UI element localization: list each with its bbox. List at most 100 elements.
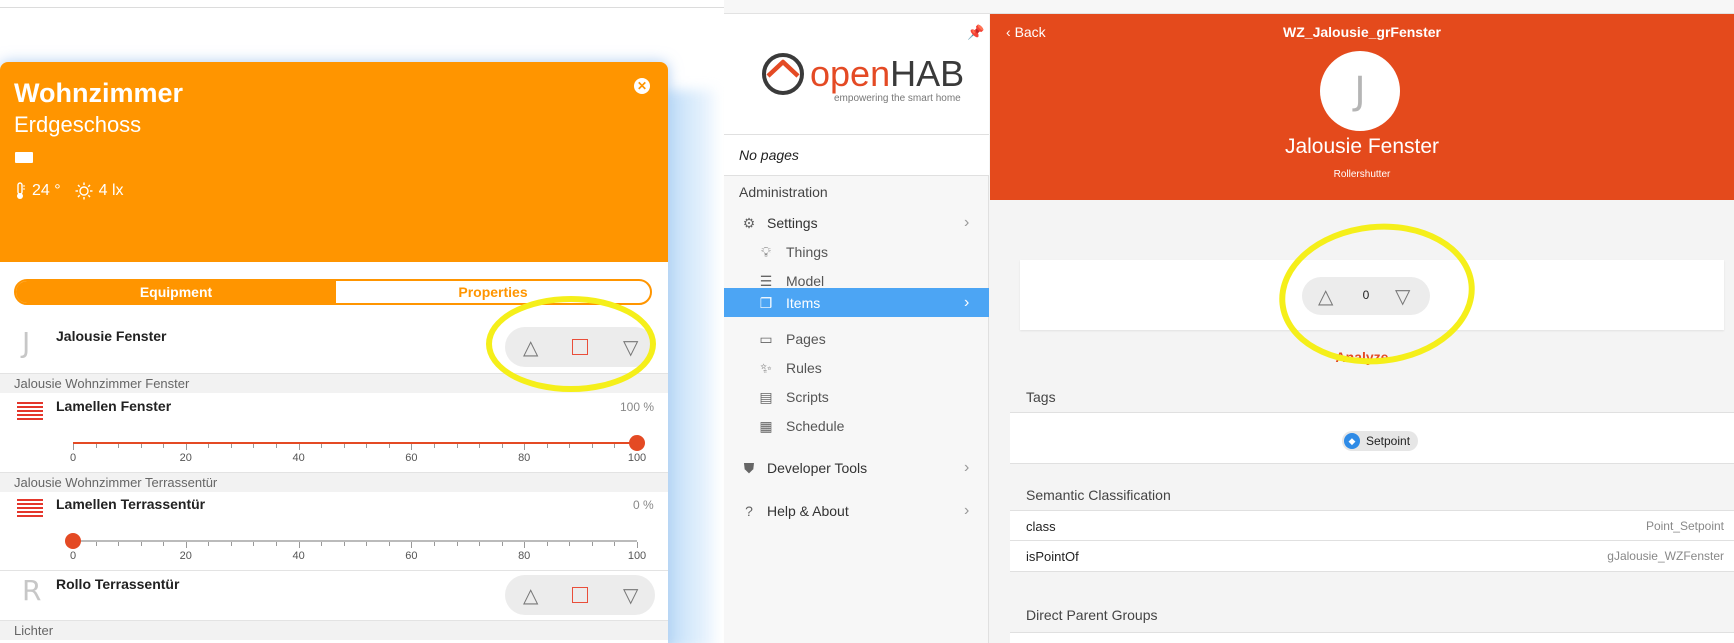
item-letter-icon: J — [22, 326, 31, 359]
sidebar-item-scripts[interactable]: ▤ Scripts — [724, 383, 989, 411]
sun-icon — [75, 182, 93, 200]
left-pane: Wohnzimmer Erdgeschoss 24 ° 4 lx ✕ Equip… — [0, 0, 724, 643]
slider-tick — [253, 542, 255, 546]
slider-tick — [591, 444, 593, 448]
slider-tick — [569, 444, 571, 448]
slider-tick — [546, 444, 548, 448]
slider-tick — [343, 542, 345, 546]
top-divider — [0, 7, 724, 8]
slider-tick — [569, 542, 571, 546]
divider — [0, 570, 668, 571]
slider-tick-label: 60 — [405, 452, 418, 464]
slider-tick — [366, 444, 368, 448]
slider-tick-label: 0 — [69, 452, 77, 464]
shield-icon: ⛊ — [743, 460, 755, 476]
slider-tick — [95, 444, 97, 448]
logo-wordmark: openHAB — [810, 53, 965, 94]
slider-tick — [479, 542, 481, 546]
item-letter-icon: R — [22, 574, 42, 607]
slider-tick-label: 80 — [518, 452, 531, 464]
semantic-row-ispointof: isPointOf gJalousie_WZFenster — [1010, 541, 1734, 572]
up-arrow-icon[interactable]: △ — [523, 583, 538, 608]
stop-icon[interactable] — [572, 587, 588, 603]
tab-equipment[interactable]: Equipment — [16, 281, 336, 303]
slider-tick — [208, 444, 210, 448]
slider-tick — [95, 542, 97, 546]
slider-tick — [433, 542, 435, 546]
semantic-row-class: class Point_Setpoint — [1010, 510, 1734, 541]
item-title-lamellen-fenster: Lamellen Fenster — [56, 398, 172, 414]
item-title-lamellen-terrassentuer: Lamellen Terrassentür — [56, 496, 206, 512]
slider-tick — [298, 444, 300, 450]
chevron-right-icon: › — [964, 214, 970, 231]
slider-tick — [163, 444, 165, 448]
slider-tick — [524, 542, 526, 548]
back-button[interactable]: ‹ Back — [1006, 24, 1046, 40]
pin-icon[interactable]: 📌 — [967, 24, 984, 41]
blinds-icon — [17, 402, 43, 424]
sidebar-item-settings[interactable]: ⚙ Settings › — [724, 209, 989, 237]
slider-lamellen-terrassentuer[interactable]: 0 20 40 60 80 100 — [0, 533, 668, 574]
thermometer-icon — [17, 182, 25, 199]
slider-tick — [343, 444, 345, 448]
no-pages-label: No pages — [724, 134, 989, 176]
lightbulb-icon: 💡︎ — [761, 244, 771, 260]
slider-tick — [230, 542, 232, 546]
slider-tick — [479, 444, 481, 448]
calendar-icon: ▦ — [759, 418, 773, 434]
flag-icon — [15, 152, 33, 163]
group-header: Jalousie Wohnzimmer Terrassentür — [0, 473, 668, 492]
slider-tick — [456, 542, 458, 546]
slider-track[interactable] — [73, 540, 637, 542]
slider-tick — [208, 542, 210, 546]
sidebar-item-things[interactable]: 💡︎ Things — [724, 238, 989, 266]
slider-tick-label: 40 — [292, 452, 305, 464]
slider-tick — [433, 444, 435, 448]
sidebar-item-developer-tools[interactable]: ⛊ Developer Tools › — [724, 454, 989, 482]
item-label: Jalousie Fenster — [1284, 135, 1440, 158]
percent-label: 100 % — [620, 400, 655, 414]
down-arrow-icon[interactable]: ▽ — [623, 583, 638, 608]
item-type: Rollershutter — [1333, 169, 1391, 180]
rollershutter-controls: △ ▽ — [505, 575, 655, 615]
slider-knob[interactable] — [65, 533, 81, 549]
slider-tick — [321, 444, 323, 448]
slider-tick — [73, 444, 74, 450]
slider-tick — [185, 542, 187, 548]
close-icon[interactable]: ✕ — [634, 78, 650, 94]
slider-tick-label: 100 — [627, 452, 647, 464]
tags-box: ◆ Setpoint — [1010, 412, 1734, 464]
slider-tick-label: 0 — [69, 550, 77, 562]
slider-tick — [118, 542, 120, 546]
room-header: Wohnzimmer Erdgeschoss 24 ° 4 lx ✕ — [0, 62, 668, 262]
item-header: WZ_Jalousie_grFenster ‹ Back J Jalousie … — [990, 14, 1734, 200]
slider-tick — [163, 542, 165, 546]
slider-tick — [546, 542, 548, 546]
group-header: Lichter — [0, 621, 668, 640]
highlight-annotation — [486, 296, 656, 392]
slider-tick — [411, 444, 413, 450]
sidebar: 📌 openHAB empowering the smart home No p… — [724, 14, 989, 643]
slider-tick — [298, 542, 300, 548]
administration-title: Administration — [739, 184, 828, 200]
tag-chip[interactable]: ◆ Setpoint — [1342, 431, 1419, 451]
chevron-right-icon: › — [964, 294, 970, 311]
slider-tick — [614, 542, 616, 546]
slider-tick — [366, 542, 368, 546]
slider-tick — [388, 444, 390, 448]
sidebar-item-items[interactable]: ❐ Items › — [724, 288, 989, 317]
slider-tick — [253, 444, 255, 448]
sidebar-item-schedule[interactable]: ▦ Schedule — [724, 412, 989, 440]
slider-tick — [276, 542, 278, 546]
slider-knob[interactable] — [629, 435, 645, 451]
analyze-link[interactable]: Analyze — [724, 349, 1734, 365]
document-icon: ▤ — [759, 389, 773, 405]
right-pane: 📌 openHAB empowering the smart home No p… — [724, 0, 1734, 643]
item-name: WZ_Jalousie_grFenster — [1283, 24, 1441, 40]
item-title-jalousie-fenster: Jalousie Fenster — [56, 328, 167, 344]
brightness-value: 4 lx — [98, 182, 124, 199]
sidebar-item-help-about[interactable]: ? Help & About › — [724, 497, 989, 525]
slider-lamellen-fenster[interactable]: 0 20 40 60 80 100 — [0, 435, 668, 476]
slider-tick-label: 20 — [179, 452, 192, 464]
parent-groups-list — [1010, 632, 1734, 643]
